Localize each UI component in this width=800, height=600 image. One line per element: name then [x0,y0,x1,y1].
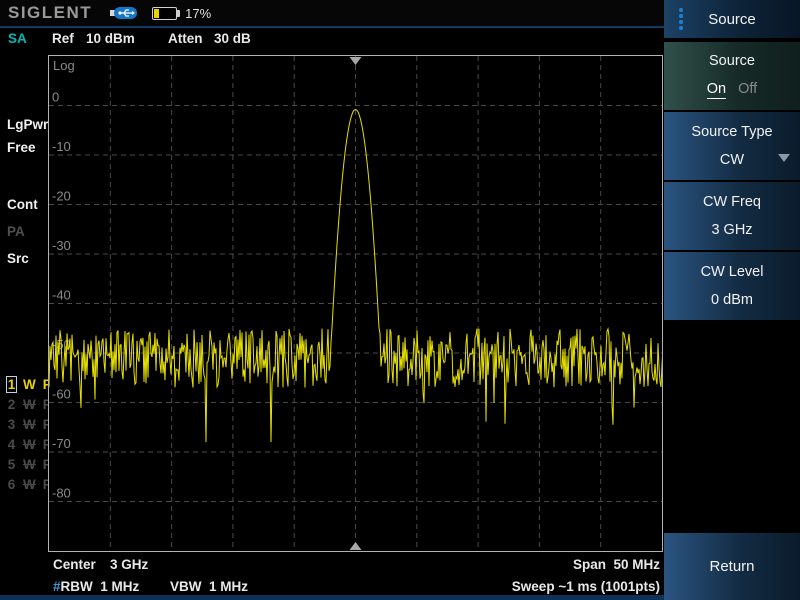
sweep-readout: Sweep ~1 ms (1001pts) [512,579,660,594]
softkey-title: Source Type [691,124,772,140]
spectrum-trace-canvas: Log0-10-20-30-40-50-60-70-80 [49,56,662,551]
bw-annotation-row: #RBW 1 MHz VBW 1 MHz Sweep ~1 ms (1001pt… [48,579,663,595]
svg-text:Log: Log [53,58,75,73]
trace-indicator-2[interactable]: 2 W P [6,394,52,414]
softkey-title: CW Freq [703,194,761,210]
rbw-coupled-hash: # [53,579,61,594]
spectrum-plot: Log0-10-20-30-40-50-60-70-80 [48,55,663,552]
source-off-option[interactable]: Off [738,81,757,99]
trace-indicator-3[interactable]: 3 W P [6,414,52,434]
usb-icon [110,6,138,20]
center-marker-bottom-icon [350,542,362,550]
battery-icon [152,7,177,20]
sweep-cont-label: Cont [7,197,38,212]
rbw-readout: #RBW 1 MHz [53,579,139,594]
svg-text:-10: -10 [52,139,71,154]
svg-text:-40: -40 [52,288,71,303]
preamp-label: PA [7,224,25,239]
softkey-source-on-off[interactable]: Source On Off [664,42,800,110]
freq-annotation-row: Center 3 GHz Span 50 MHz [48,557,663,573]
softkey-value: 0 dBm [711,292,753,308]
spectrum-analyzer-screen: SIGLENT 17% SA Ref 10 dBm Atten 30 dB Lg… [0,0,800,600]
softkey-cw-level[interactable]: CW Level 0 dBm [664,252,800,320]
measurement-header: SA Ref 10 dBm Atten 30 dB [0,31,664,48]
vbw-readout: VBW 1 MHz [170,579,248,594]
source-label: Src [7,251,29,266]
trace-indicator-1[interactable]: 1 W P [6,374,52,394]
scale-mode-label: LgPwr [7,117,48,132]
trace-indicator-4[interactable]: 4 W P [6,434,52,454]
softkey-value: 3 GHz [711,222,752,238]
source-on-option[interactable]: On [707,81,726,99]
svg-text:-70: -70 [52,436,71,451]
bottom-accent-strip [0,595,664,600]
atten-value: 30 dB [214,31,251,46]
svg-text:-20: -20 [52,189,71,204]
softkey-menu: Source Source On Off Source Type CW CW F… [664,0,800,600]
trigger-free-label: Free [7,140,36,155]
return-button[interactable]: Return [664,533,800,600]
svg-text:-30: -30 [52,238,71,253]
center-marker-top-icon [350,57,362,65]
softkey-title: CW Level [701,264,764,280]
softkey-value: CW [720,152,744,168]
dropdown-arrow-icon [778,154,790,162]
trace-indicator-list: 1 W P 2 W P 3 W P 4 W P 5 W P [6,374,52,494]
softkey-cw-freq[interactable]: CW Freq 3 GHz [664,182,800,250]
ref-value: 10 dBm [86,31,135,46]
status-bar: SIGLENT 17% [0,0,664,28]
trace-indicator-5[interactable]: 5 W P [6,454,52,474]
svg-text:-60: -60 [52,387,71,402]
softkey-source-type[interactable]: Source Type CW [664,112,800,180]
svg-text:-80: -80 [52,486,71,501]
center-freq-value: 3 GHz [110,557,148,572]
center-freq-label: Center [53,557,96,572]
left-gutter: LgPwr Free Cont PA Src 1 W P 2 W P 3 W P… [0,0,48,600]
atten-label: Atten [168,31,203,46]
span-readout: Span 50 MHz [573,557,660,572]
trace-indicator-6[interactable]: 6 W P [6,474,52,494]
battery-percent: 17% [185,6,211,21]
softkey-title: Source [709,53,755,69]
battery-indicator: 17% [152,6,211,21]
svg-text:0: 0 [52,90,59,105]
menu-dots-icon [679,8,683,30]
menu-header-source[interactable]: Source [664,0,800,38]
ref-label: Ref [52,31,74,46]
